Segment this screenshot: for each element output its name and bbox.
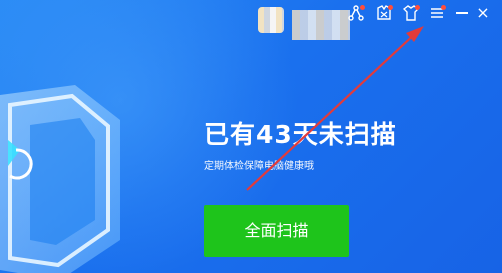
title-bar: ×: [0, 0, 502, 40]
notification-dot: [441, 5, 446, 10]
scan-status-subtitle: 定期体检保障电脑健康哦: [204, 161, 314, 172]
notification-dot: [388, 5, 393, 10]
clothes-icon[interactable]: [375, 4, 393, 22]
username-blurred: [292, 10, 350, 40]
full-scan-button[interactable]: 全面扫描: [204, 205, 349, 257]
menu-icon[interactable]: [428, 4, 446, 22]
notification-dot: [360, 5, 365, 10]
scan-status-title: 已有43天未扫描: [204, 120, 397, 149]
app-window: × 已有43天未扫描 定期体检保障电脑健康哦 全面扫描: [0, 0, 502, 273]
share-icon[interactable]: [347, 4, 365, 22]
shield-illustration: [0, 85, 120, 273]
avatar[interactable]: [258, 7, 284, 33]
notification-dot: [415, 5, 420, 10]
shirt-icon[interactable]: [402, 4, 420, 22]
close-icon[interactable]: ×: [474, 4, 492, 22]
minimize-icon[interactable]: [456, 12, 468, 14]
